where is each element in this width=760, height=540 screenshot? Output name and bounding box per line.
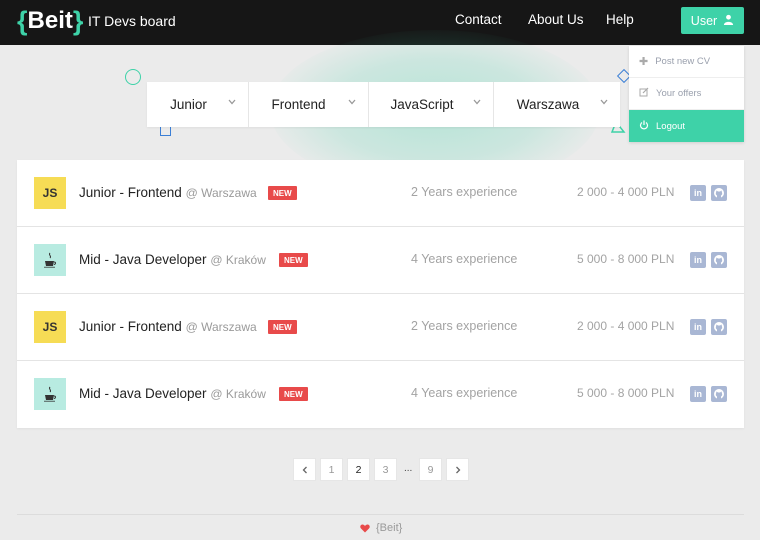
filter-specialization-value: Frontend — [271, 97, 326, 112]
page-3-button[interactable]: 3 — [374, 458, 397, 481]
offer-row[interactable]: Mid - Java Developer @ Kraków NEW 4 Year… — [17, 227, 744, 294]
filter-level-value: Junior — [170, 97, 207, 112]
filter-technology-select[interactable]: JavaScript — [369, 82, 494, 127]
offer-title: Junior - Frontend @ Warszawa — [79, 319, 257, 334]
logo[interactable]: { Beit } — [17, 7, 83, 35]
chevron-down-icon — [600, 99, 608, 105]
logo-word: Beit — [27, 7, 73, 34]
linkedin-icon[interactable]: in — [690, 252, 706, 268]
user-dropdown-menu: ✚ Post new CV Your offers Logout — [629, 46, 744, 142]
new-tag: NEW — [268, 186, 297, 200]
logo-brace-close: } — [72, 6, 84, 36]
new-tag: NEW — [268, 320, 297, 334]
github-icon[interactable] — [711, 319, 727, 335]
pagination-ellipsis: ... — [404, 463, 413, 474]
offer-experience: 2 Years experience — [411, 319, 518, 333]
footer-divider — [17, 514, 744, 515]
offer-salary: 2 000 - 4 000 PLN — [577, 319, 675, 333]
offer-salary: 2 000 - 4 000 PLN — [577, 185, 675, 199]
chevron-down-icon — [228, 99, 236, 105]
github-icon[interactable] — [711, 185, 727, 201]
offer-title-text: Mid - Java Developer — [79, 386, 207, 401]
footer-brand: {Beit} — [376, 522, 403, 534]
java-badge — [34, 378, 66, 410]
new-tag: NEW — [279, 387, 308, 401]
filter-city-select[interactable]: Warszawa — [494, 82, 620, 127]
your-offers-label: Your offers — [656, 88, 702, 99]
javascript-badge: JS — [34, 177, 66, 209]
offer-title-text: Junior - Frontend — [79, 319, 182, 334]
filter-technology-value: JavaScript — [390, 97, 454, 112]
filter-level-select[interactable]: Junior — [147, 82, 249, 127]
site-subtitle: IT Devs board — [88, 13, 176, 29]
offer-experience: 4 Years experience — [411, 386, 518, 400]
logout-label: Logout — [656, 120, 686, 132]
edit-icon — [639, 87, 649, 100]
power-icon — [639, 120, 649, 133]
next-page-button[interactable] — [446, 458, 469, 481]
page-2-button[interactable]: 2 — [347, 458, 370, 481]
coffee-cup-icon — [44, 252, 56, 268]
filter-bar: Junior Frontend JavaScript Warszawa — [147, 82, 620, 127]
offer-experience: 4 Years experience — [411, 252, 518, 266]
coffee-cup-icon — [44, 386, 56, 402]
offer-title-text: Junior - Frontend — [79, 185, 182, 200]
nav-contact-link[interactable]: Contact — [455, 12, 502, 27]
linkedin-icon[interactable]: in — [690, 319, 706, 335]
offer-row[interactable]: JS Junior - Frontend @ Warszawa NEW 2 Ye… — [17, 294, 744, 361]
offer-title: Mid - Java Developer @ Kraków — [79, 252, 266, 267]
nav-help-link[interactable]: Help — [606, 12, 634, 27]
offer-location: @ Kraków — [210, 253, 266, 267]
heart-icon — [360, 524, 370, 532]
offer-title: Junior - Frontend @ Warszawa — [79, 185, 257, 200]
chevron-down-icon — [348, 99, 356, 105]
offer-location: @ Kraków — [210, 387, 266, 401]
offer-experience: 2 Years experience — [411, 185, 518, 199]
offer-title: Mid - Java Developer @ Kraków — [79, 386, 266, 401]
new-tag: NEW — [279, 253, 308, 267]
user-button-label: User — [690, 13, 718, 28]
javascript-badge: JS — [34, 311, 66, 343]
offer-location: @ Warszawa — [185, 320, 257, 334]
chevron-right-icon — [455, 466, 460, 473]
your-offers-item[interactable]: Your offers — [629, 78, 744, 110]
logo-brace-open: { — [17, 6, 28, 36]
offer-location: @ Warszawa — [185, 186, 257, 200]
linkedin-icon[interactable]: in — [690, 185, 706, 201]
chevron-left-icon — [302, 466, 307, 473]
user-menu-button[interactable]: User — [681, 7, 744, 34]
offer-row[interactable]: Mid - Java Developer @ Kraków NEW 4 Year… — [17, 361, 744, 428]
offer-title-text: Mid - Java Developer — [79, 252, 207, 267]
post-new-cv-item[interactable]: ✚ Post new CV — [629, 46, 744, 78]
page-1-button[interactable]: 1 — [320, 458, 343, 481]
filter-specialization-select[interactable]: Frontend — [249, 82, 369, 127]
page-9-button[interactable]: 9 — [419, 458, 442, 481]
offer-salary: 5 000 - 8 000 PLN — [577, 386, 675, 400]
decorative-circle — [125, 69, 141, 85]
java-badge — [34, 244, 66, 276]
offer-row[interactable]: JS Junior - Frontend @ Warszawa NEW 2 Ye… — [17, 160, 744, 227]
nav-about-link[interactable]: About Us — [528, 12, 584, 27]
logout-item[interactable]: Logout — [629, 110, 744, 142]
post-new-cv-label: Post new CV — [655, 56, 711, 67]
offer-salary: 5 000 - 8 000 PLN — [577, 252, 675, 266]
chevron-down-icon — [473, 99, 481, 105]
user-icon — [723, 14, 734, 28]
plus-icon: ✚ — [639, 56, 649, 68]
linkedin-icon[interactable]: in — [690, 386, 706, 402]
github-icon[interactable] — [711, 252, 727, 268]
prev-page-button[interactable] — [293, 458, 316, 481]
github-icon[interactable] — [711, 386, 727, 402]
offers-list: JS Junior - Frontend @ Warszawa NEW 2 Ye… — [17, 160, 744, 428]
filter-city-value: Warszawa — [516, 97, 580, 112]
footer: {Beit} — [360, 522, 402, 534]
